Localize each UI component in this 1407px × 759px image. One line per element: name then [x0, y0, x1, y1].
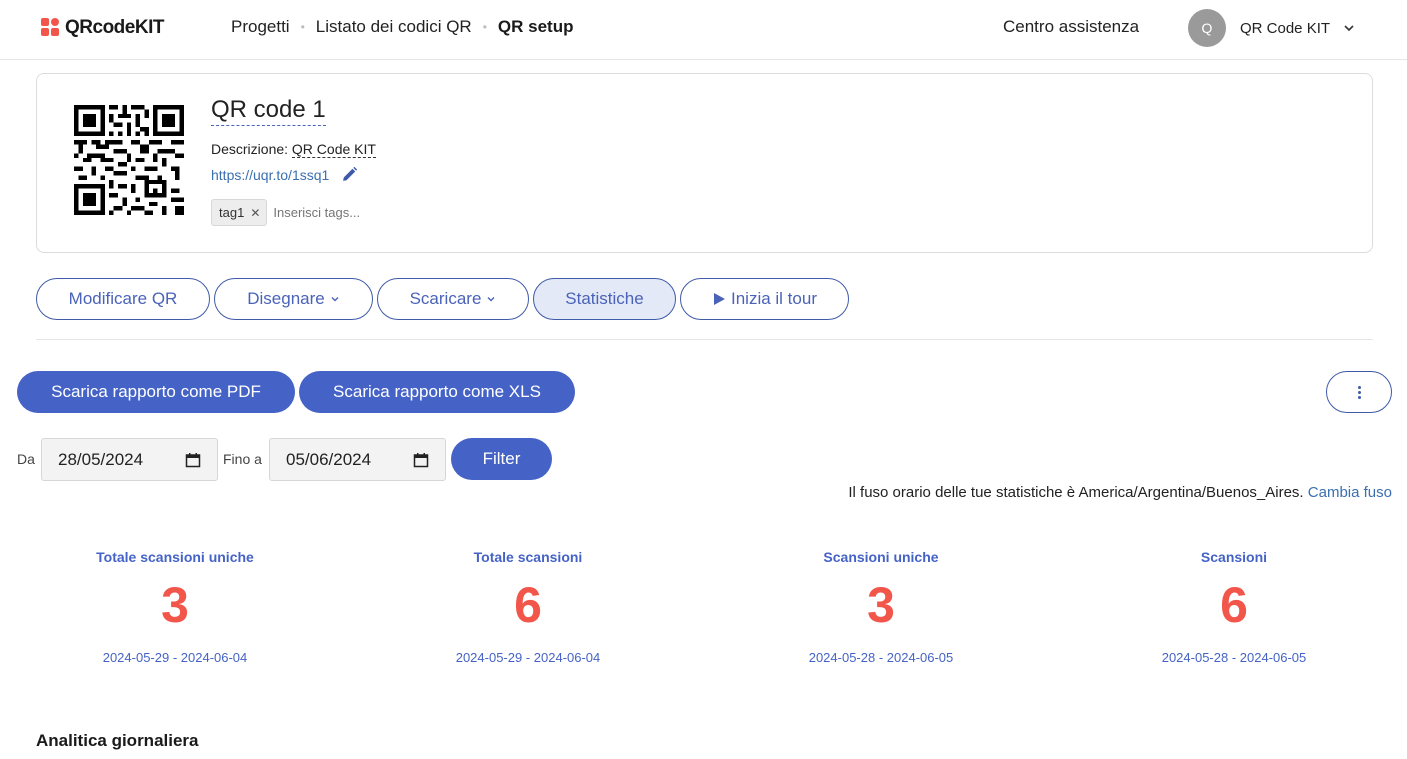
- breadcrumb-separator: •: [300, 20, 305, 34]
- tab-edit-qr[interactable]: Modificare QR: [36, 278, 210, 320]
- from-date-input[interactable]: 28/05/2024: [41, 438, 218, 481]
- tag-input[interactable]: [273, 205, 394, 220]
- daily-analytics-heading: Analitica giornaliera: [36, 731, 199, 750]
- stat-label: Totale scansioni: [473, 549, 583, 565]
- timezone-text: Il fuso orario delle tue statistiche è A…: [848, 484, 1304, 501]
- from-label: Da: [17, 451, 35, 467]
- breadcrumb: Progetti • Listato dei codici QR • QR se…: [231, 17, 573, 37]
- stat-range: 2024-05-28 - 2024-06-05: [1161, 650, 1307, 665]
- qr-code-image: [74, 105, 184, 215]
- stat-value: 3: [867, 577, 895, 633]
- description-label: Descrizione:: [211, 141, 289, 157]
- pencil-icon[interactable]: [341, 166, 358, 183]
- tab-label: Statistiche: [565, 289, 644, 308]
- stat-range: 2024-05-28 - 2024-06-05: [808, 650, 954, 665]
- stat-label: Scansioni uniche: [823, 549, 939, 565]
- tab-start-tour[interactable]: Inizia il tour: [680, 278, 849, 320]
- stat-total-scans: Totale scansioni 6 2024-05-29 - 2024-06-…: [378, 549, 678, 665]
- from-date-value: 28/05/2024: [58, 449, 144, 469]
- qr-url-row: https://uqr.to/1ssq1: [211, 166, 358, 183]
- tab-label: Modificare QR: [68, 289, 178, 308]
- more-vertical-icon: [1357, 385, 1361, 400]
- tab-label: Disegnare: [247, 289, 325, 308]
- tag-label: tag1: [219, 205, 245, 220]
- action-tabs: Modificare QR Disegnare Scaricare Statis…: [36, 278, 853, 320]
- divider: [36, 339, 1373, 340]
- stat-value: 6: [1220, 577, 1248, 633]
- qr-short-url[interactable]: https://uqr.to/1ssq1: [211, 167, 329, 183]
- breadcrumb-projects[interactable]: Progetti: [231, 17, 290, 37]
- tab-statistics[interactable]: Statistiche: [533, 278, 676, 320]
- calendar-icon[interactable]: [185, 452, 201, 468]
- stat-label: Scansioni: [1200, 549, 1268, 565]
- more-options-button[interactable]: [1326, 371, 1392, 413]
- chevron-down-icon: [487, 297, 495, 302]
- play-icon: [714, 293, 725, 305]
- stat-range: 2024-05-29 - 2024-06-04: [102, 650, 248, 665]
- qr-title[interactable]: QR code 1: [211, 96, 326, 126]
- logo-mark-icon: [41, 18, 61, 38]
- stat-scans: Scansioni 6 2024-05-28 - 2024-06-05: [1084, 549, 1384, 665]
- stat-value: 6: [514, 577, 542, 633]
- tab-download[interactable]: Scaricare: [377, 278, 529, 320]
- to-label: Fino a: [223, 451, 262, 467]
- user-name: QR Code KIT: [1240, 19, 1331, 37]
- avatar: Q: [1188, 9, 1226, 47]
- stat-label: Totale scansioni uniche: [96, 549, 254, 565]
- chevron-down-icon: [331, 297, 339, 302]
- help-center-link[interactable]: Centro assistenza: [1003, 17, 1139, 37]
- tab-design[interactable]: Disegnare: [214, 278, 373, 320]
- stat-value: 3: [161, 577, 189, 633]
- qr-info-card: QR code 1 Descrizione: QR Code KIT https…: [36, 73, 1373, 253]
- description-value[interactable]: QR Code KIT: [291, 141, 376, 158]
- timezone-notice: Il fuso orario delle tue statistiche è A…: [848, 484, 1392, 501]
- brand-logo[interactable]: QRcodeKIT: [41, 17, 164, 39]
- stat-total-unique-scans: Totale scansioni uniche 3 2024-05-29 - 2…: [25, 549, 325, 665]
- filter-button[interactable]: Filter: [451, 438, 552, 480]
- tab-label: Scaricare: [409, 289, 482, 308]
- to-date-input[interactable]: 05/06/2024: [269, 438, 446, 481]
- breadcrumb-separator: •: [482, 20, 487, 34]
- tags-field: tag1 ✕: [211, 199, 394, 226]
- description-row: Descrizione: QR Code KIT: [211, 141, 376, 158]
- calendar-icon[interactable]: [413, 452, 429, 468]
- tab-label: Inizia il tour: [731, 289, 817, 308]
- close-icon[interactable]: ✕: [250, 206, 260, 220]
- download-xls-button[interactable]: Scarica rapporto come XLS: [299, 371, 575, 413]
- breadcrumb-qr-list[interactable]: Listato dei codici QR: [316, 17, 472, 37]
- top-header: QRcodeKIT Progetti • Listato dei codici …: [0, 0, 1407, 60]
- breadcrumb-current: QR setup: [497, 17, 574, 36]
- download-pdf-button[interactable]: Scarica rapporto come PDF: [17, 371, 295, 413]
- user-menu[interactable]: Q QR Code KIT: [1188, 9, 1356, 47]
- to-date-value: 05/06/2024: [286, 449, 372, 469]
- stat-range: 2024-05-29 - 2024-06-04: [455, 650, 601, 665]
- chevron-down-icon: [1344, 25, 1354, 32]
- tag-chip: tag1 ✕: [211, 199, 268, 226]
- change-timezone-link[interactable]: Cambia fuso: [1308, 484, 1392, 501]
- brand-name: QRcodeKIT: [65, 17, 164, 38]
- stat-unique-scans: Scansioni uniche 3 2024-05-28 - 2024-06-…: [731, 549, 1031, 665]
